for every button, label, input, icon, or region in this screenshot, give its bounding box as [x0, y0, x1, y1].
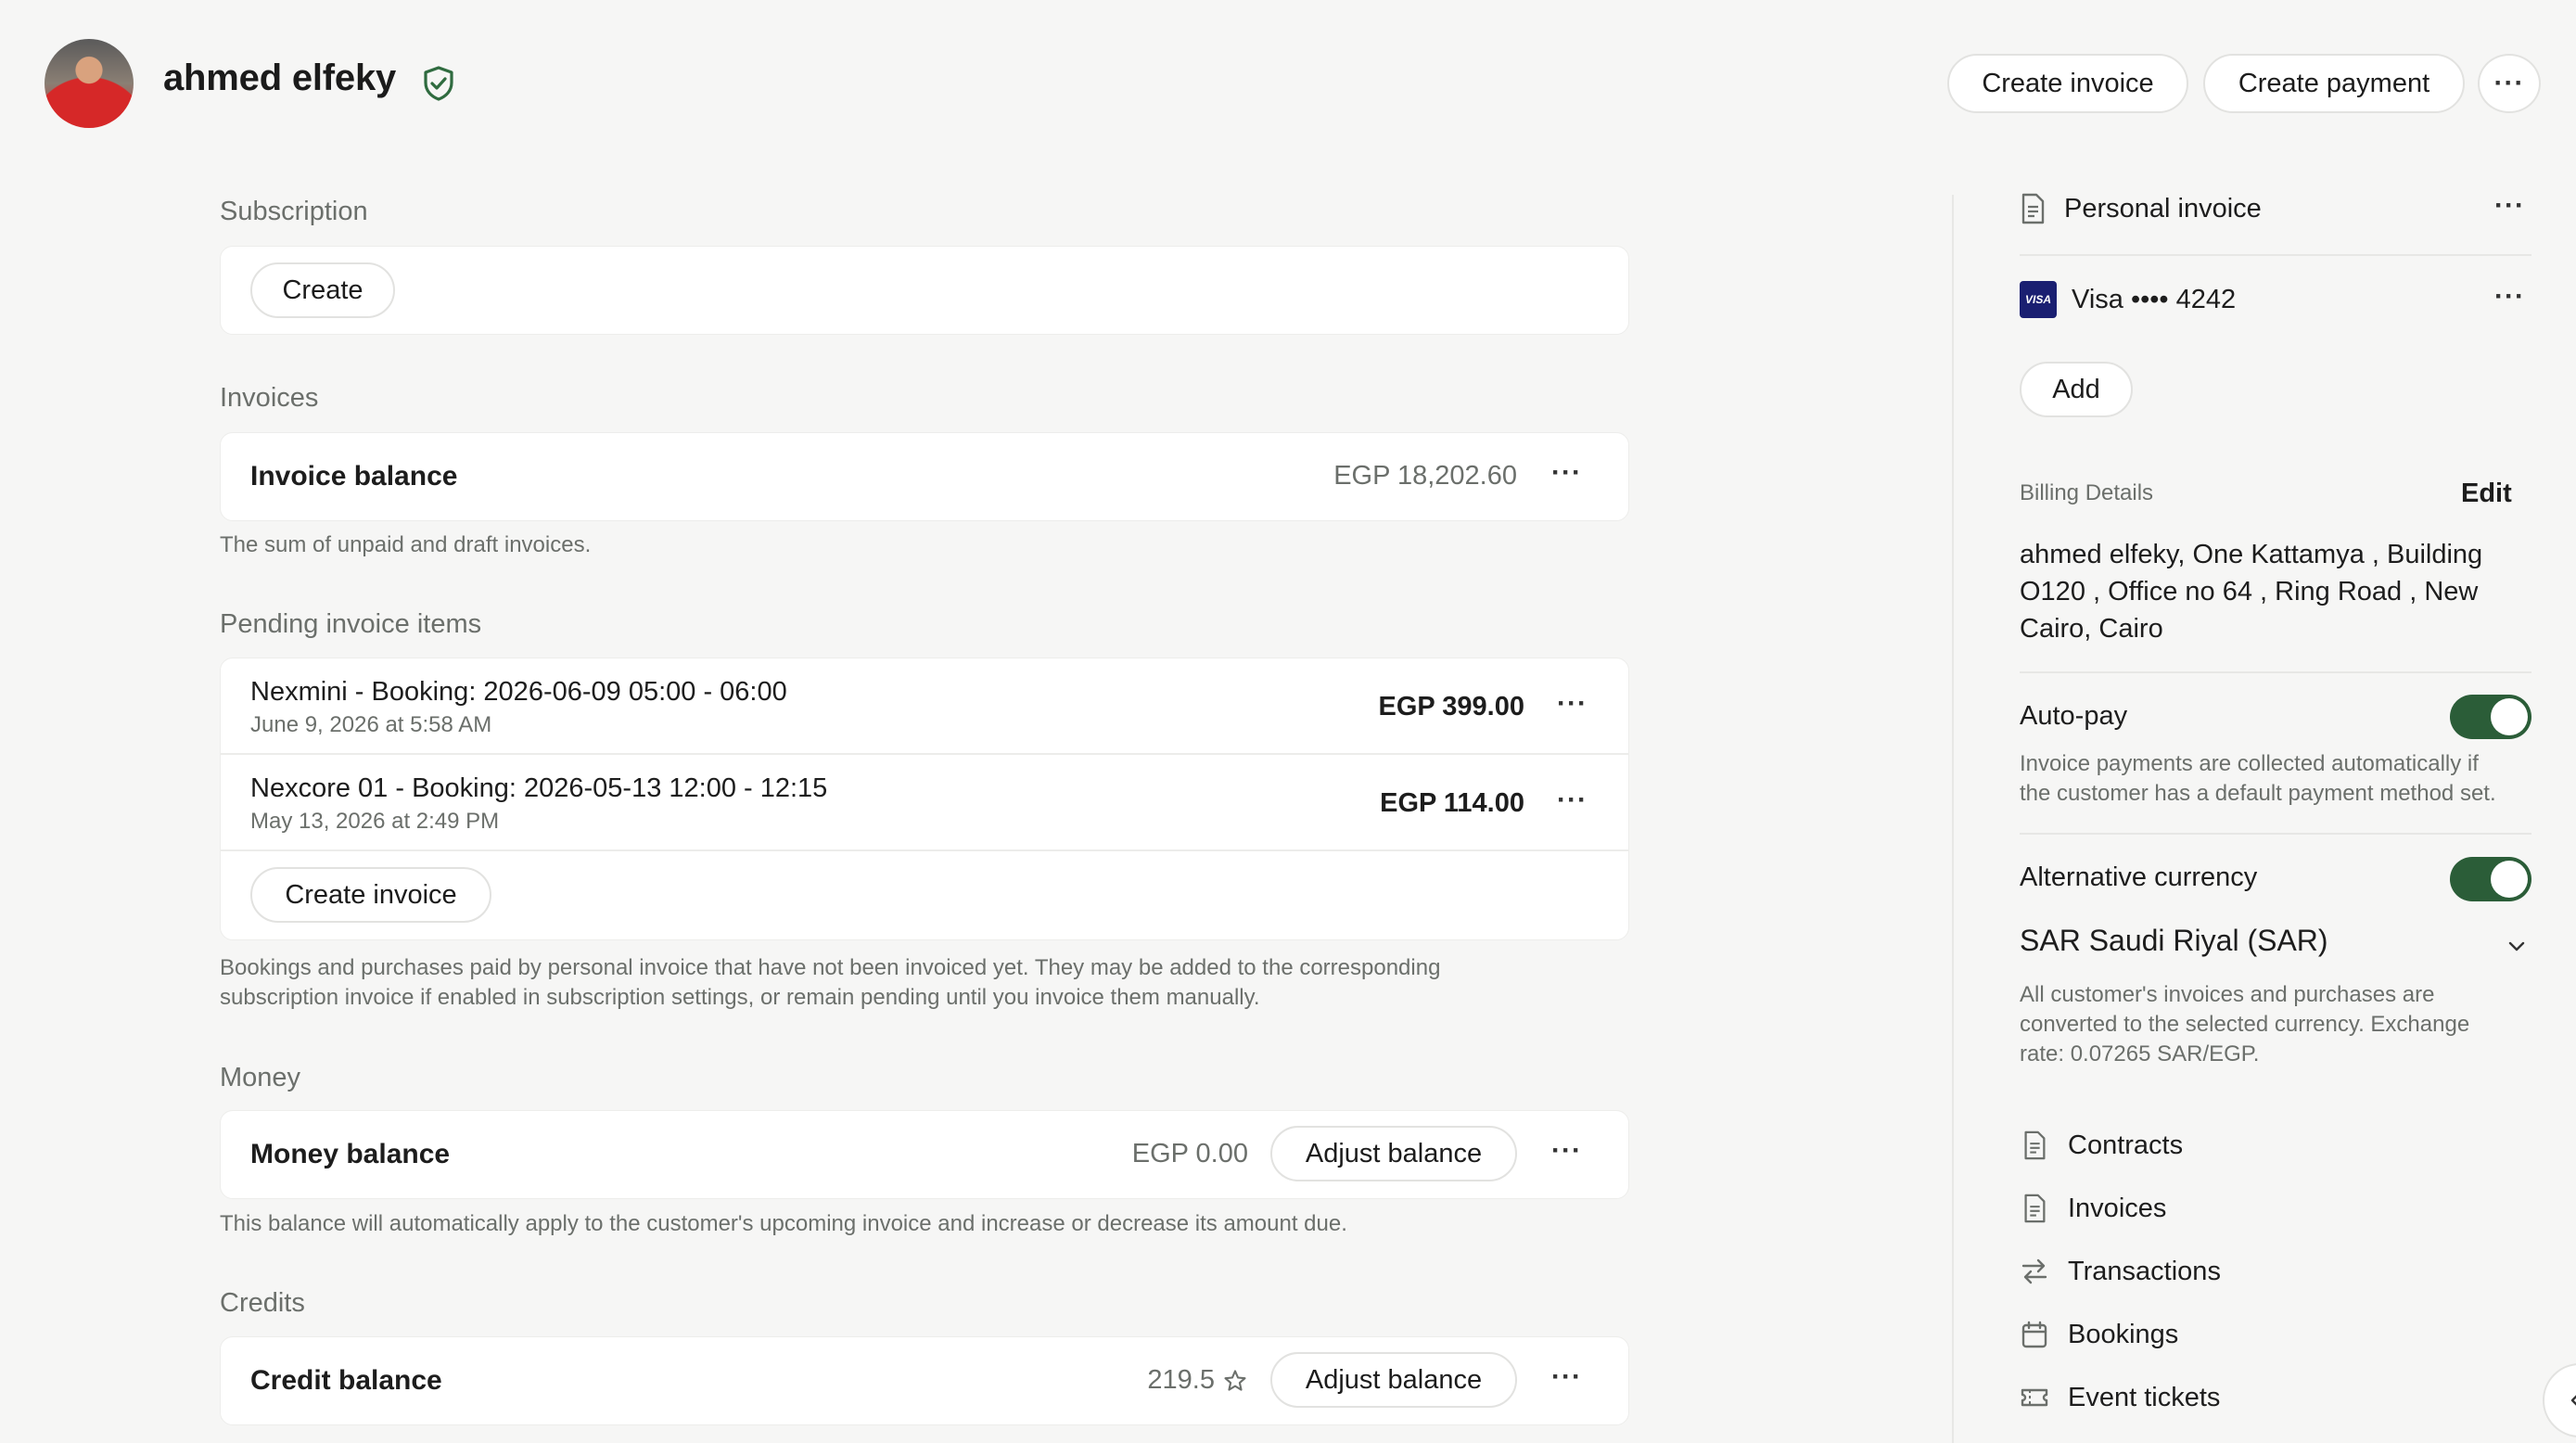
pending-item-name: Nexcore 01 - Booking: 2026-05-13 12:00 -… — [250, 773, 828, 803]
pending-item-name: Nexmini - Booking: 2026-06-09 05:00 - 06… — [250, 677, 787, 707]
currency-hint-line2: converted to the selected currency. Exch… — [2020, 1012, 2470, 1037]
create-invoice-button[interactable]: Create invoice — [1947, 54, 2188, 113]
divider — [2020, 833, 2531, 835]
autopay-label: Auto-pay — [2020, 701, 2128, 731]
sidebar-item-invoices[interactable]: Invoices — [2020, 1186, 2166, 1231]
pending-item-date: June 9, 2026 at 5:58 AM — [250, 712, 492, 737]
sidebar-divider — [1952, 195, 1954, 1443]
swap-arrows-icon — [2021, 1258, 2047, 1284]
pending-item-amount: EGP 399.00 — [1378, 692, 1524, 722]
sidebar-item-label: Contracts — [2068, 1130, 2184, 1160]
credit-balance-value: 219.5 — [1147, 1365, 1215, 1395]
document-icon — [2021, 193, 2045, 224]
document-icon — [2024, 1194, 2046, 1223]
sidebar-item-event-tickets[interactable]: Event tickets — [2020, 1375, 2220, 1420]
invoice-balance-label: Invoice balance — [250, 461, 458, 492]
chevron-down-icon — [2508, 941, 2525, 951]
sidebar-item-bookings[interactable]: Bookings — [2020, 1312, 2178, 1357]
billing-address-line2: O120 , Office no 64 , Ring Road , New — [2020, 577, 2479, 607]
customer-name: ahmed elfeky — [163, 57, 397, 98]
money-title: Money — [220, 1063, 301, 1092]
autopay-toggle[interactable] — [2450, 695, 2531, 739]
sidebar-item-label: Bookings — [2068, 1319, 2179, 1349]
payment-method-personal-invoice[interactable]: Personal invoice — [2064, 194, 2262, 224]
pending-item-date: May 13, 2026 at 2:49 PM — [250, 809, 500, 834]
pending-items-hint-line2: subscription invoice if enabled in subsc… — [220, 985, 1260, 1010]
sidebar-item-contracts[interactable]: Contracts — [2020, 1123, 2183, 1168]
pending-items-hint-line1: Bookings and purchases paid by personal … — [220, 955, 1441, 980]
billing-edit-button[interactable]: Edit — [2461, 479, 2512, 509]
card-more-button[interactable]: ··· — [2494, 281, 2525, 313]
billing-details-title: Billing Details — [2020, 480, 2154, 505]
credit-balance-label: Credit balance — [250, 1365, 442, 1396]
collapse-panel-button[interactable] — [2543, 1363, 2576, 1437]
money-balance-value: EGP 0.00 — [1131, 1139, 1248, 1168]
currency-selected-value: SAR Saudi Riyal (SAR) — [2020, 924, 2328, 957]
pending-items-card: Nexmini - Booking: 2026-06-09 05:00 - 06… — [220, 658, 1629, 940]
alternative-currency-label: Alternative currency — [2020, 862, 2258, 892]
add-payment-method-button[interactable]: Add — [2020, 362, 2133, 417]
invoices-title: Invoices — [220, 383, 319, 413]
ticket-icon — [2021, 1388, 2048, 1407]
list-item[interactable]: Nexcore 01 - Booking: 2026-05-13 12:00 -… — [221, 755, 1628, 851]
invoice-balance-hint: The sum of unpaid and draft invoices. — [220, 532, 592, 557]
chevron-left-icon — [2570, 1395, 2576, 1406]
divider — [2020, 254, 2531, 256]
avatar[interactable] — [45, 39, 134, 128]
list-item[interactable]: Nexmini - Booking: 2026-06-09 05:00 - 06… — [221, 658, 1628, 755]
invoice-balance-card: Invoice balance EGP 18,202.60 ··· — [220, 432, 1629, 521]
invoice-balance-value: EGP 18,202.60 — [1333, 461, 1517, 491]
currency-select[interactable]: SAR Saudi Riyal (SAR) — [2020, 924, 2531, 968]
verified-shield-icon — [424, 66, 453, 101]
sidebar-item-transactions[interactable]: Transactions — [2020, 1249, 2221, 1294]
star-icon — [1224, 1369, 1246, 1391]
pending-item-more-button[interactable]: ··· — [1557, 785, 1588, 816]
credit-balance-card: Credit balance 219.5 Adjust balance ··· — [220, 1336, 1629, 1425]
pending-items-title: Pending invoice items — [220, 609, 482, 639]
divider — [2020, 671, 2531, 673]
document-icon — [2024, 1130, 2046, 1160]
credits-title: Credits — [220, 1288, 305, 1318]
subscription-title: Subscription — [220, 197, 368, 226]
pending-create-invoice-button[interactable]: Create invoice — [250, 867, 491, 923]
more-icon: ··· — [2493, 68, 2525, 98]
sidebar-item-label: Transactions — [2068, 1256, 2221, 1286]
sidebar-item-label: Invoices — [2068, 1193, 2167, 1223]
create-payment-button[interactable]: Create payment — [2203, 54, 2465, 113]
money-balance-card: Money balance EGP 0.00 Adjust balance ··… — [220, 1110, 1629, 1199]
money-balance-hint: This balance will automatically apply to… — [220, 1211, 1347, 1236]
pending-item-amount: EGP 114.00 — [1380, 788, 1524, 818]
autopay-hint-line1: Invoice payments are collected automatic… — [2020, 751, 2479, 776]
alternative-currency-toggle[interactable] — [2450, 857, 2531, 901]
money-adjust-balance-button[interactable]: Adjust balance — [1270, 1126, 1517, 1181]
calendar-icon — [2021, 1321, 2047, 1348]
invoice-balance-more-button[interactable]: ··· — [1551, 457, 1582, 489]
personal-invoice-more-button[interactable]: ··· — [2494, 190, 2525, 222]
billing-address-line1: ahmed elfeky, One Kattamya , Building — [2020, 540, 2483, 569]
create-subscription-button[interactable]: Create — [250, 262, 395, 318]
money-balance-label: Money balance — [250, 1139, 451, 1169]
card-payment-method[interactable]: Visa •••• 4242 — [2072, 285, 2236, 315]
more-actions-button[interactable]: ··· — [2478, 54, 2541, 113]
visa-logo-icon: VISA — [2020, 281, 2057, 318]
autopay-hint-line2: the customer has a default payment metho… — [2020, 781, 2496, 806]
billing-address-line3: Cairo, Cairo — [2020, 614, 2163, 644]
sidebar-item-label: Event tickets — [2068, 1382, 2221, 1412]
credit-balance-more-button[interactable]: ··· — [1551, 1361, 1582, 1393]
subscription-card: Create — [220, 246, 1629, 335]
currency-hint-line1: All customer's invoices and purchases ar… — [2020, 982, 2435, 1007]
currency-hint-line3: rate: 0.07265 SAR/EGP. — [2020, 1041, 2260, 1066]
pending-item-more-button[interactable]: ··· — [1557, 688, 1588, 720]
credit-adjust-balance-button[interactable]: Adjust balance — [1270, 1352, 1517, 1408]
money-balance-more-button[interactable]: ··· — [1551, 1135, 1582, 1167]
